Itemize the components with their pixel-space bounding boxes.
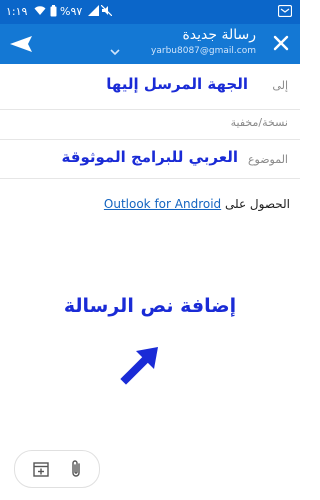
cc-bcc-label: نسخة/مخفية	[230, 116, 288, 129]
compose-toolbar	[14, 450, 100, 488]
mute-icon	[100, 4, 113, 20]
send-button[interactable]	[8, 33, 34, 55]
subject-value[interactable]: العربي للبرامج الموثوقة	[62, 148, 238, 166]
to-value[interactable]: الجهة المرسل إليها	[106, 75, 248, 93]
from-account[interactable]: yarbu8087@gmail.com	[151, 46, 256, 56]
calendar-add-button[interactable]	[31, 459, 51, 479]
attach-button[interactable]	[67, 459, 87, 479]
to-label: إلى	[272, 79, 288, 92]
compose-screen: ١:١٩ %٩٧ رسالة جديدة yarbu8087@gmail.com	[0, 0, 300, 500]
close-icon	[273, 35, 289, 51]
notification-icon	[277, 4, 293, 21]
signature: الحصول على Outlook for Android	[104, 197, 290, 211]
chevron-down-icon[interactable]	[110, 48, 120, 56]
attach-icon	[72, 460, 80, 477]
subject-label: الموضوع	[247, 153, 288, 166]
send-icon	[10, 36, 32, 52]
battery-percent: %٩٧	[60, 5, 83, 18]
time-text: ١:١٩	[6, 5, 28, 18]
arrow-annotation-icon	[120, 347, 158, 385]
outlook-android-link[interactable]: Outlook for Android	[104, 197, 221, 211]
to-field[interactable]: إلى الجهة المرسل إليها	[0, 64, 300, 110]
compose-title: رسالة جديدة	[182, 27, 256, 43]
cc-bcc-field[interactable]: نسخة/مخفية	[0, 109, 300, 140]
message-body[interactable]: إضافة نص الرسالة	[0, 295, 300, 317]
compose-header: رسالة جديدة yarbu8087@gmail.com	[0, 24, 300, 64]
battery-icon	[50, 5, 57, 21]
status-bar: ١:١٩ %٩٧	[0, 0, 300, 24]
signal-icon	[88, 5, 99, 20]
signature-prefix: الحصول على	[224, 197, 290, 211]
close-button[interactable]	[270, 32, 292, 54]
subject-field[interactable]: الموضوع العربي للبرامج الموثوقة	[0, 140, 300, 179]
calendar-add-icon	[33, 462, 49, 477]
wifi-icon	[34, 5, 46, 20]
